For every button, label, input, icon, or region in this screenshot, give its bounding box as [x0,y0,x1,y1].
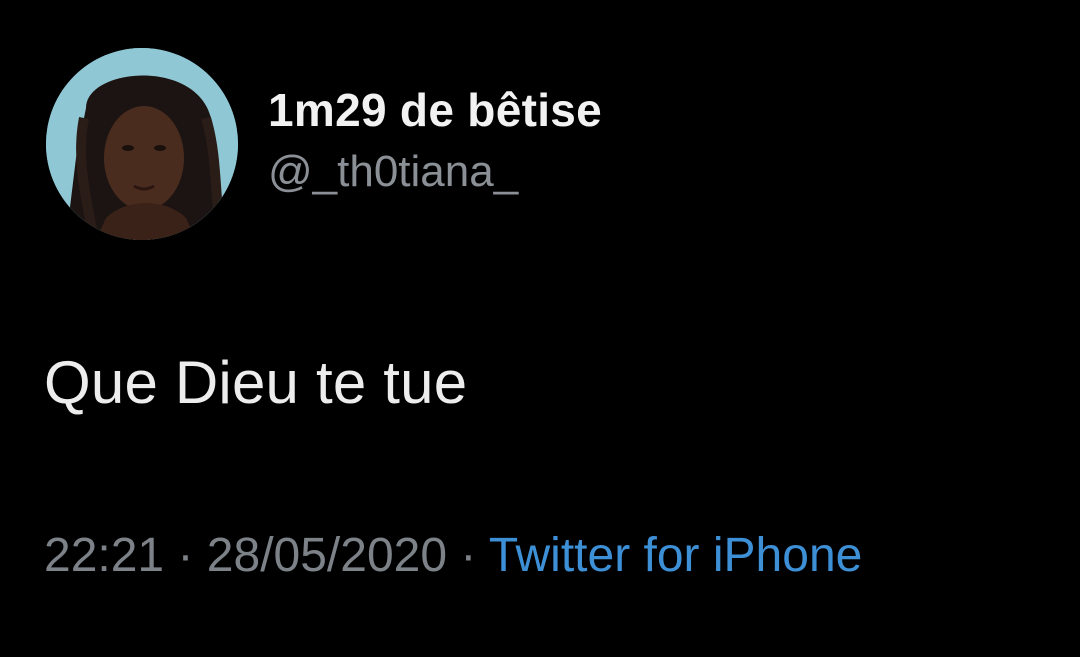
author-avatar[interactable] [46,48,238,240]
meta-separator: · [460,529,489,582]
tweet-date[interactable]: 28/05/2020 [207,529,447,582]
author-display-name[interactable]: 1m29 de bêtise [268,82,602,138]
author-handle[interactable]: @_th0tiana_ [268,144,602,200]
author-info: 1m29 de bêtise @_th0tiana_ [268,82,602,200]
tweet-client-link[interactable]: Twitter for iPhone [489,529,863,582]
meta-separator: · [177,529,207,582]
tweet-time[interactable]: 22:21 [44,529,164,582]
tweet-text: Que Dieu te tue [44,349,468,416]
avatar-image [46,48,238,240]
tweet-card: 1m29 de bêtise @_th0tiana_ Que Dieu te t… [0,0,1080,657]
tweet-meta: 22:21 · 28/05/2020 · Twitter for iPhone [44,524,862,588]
